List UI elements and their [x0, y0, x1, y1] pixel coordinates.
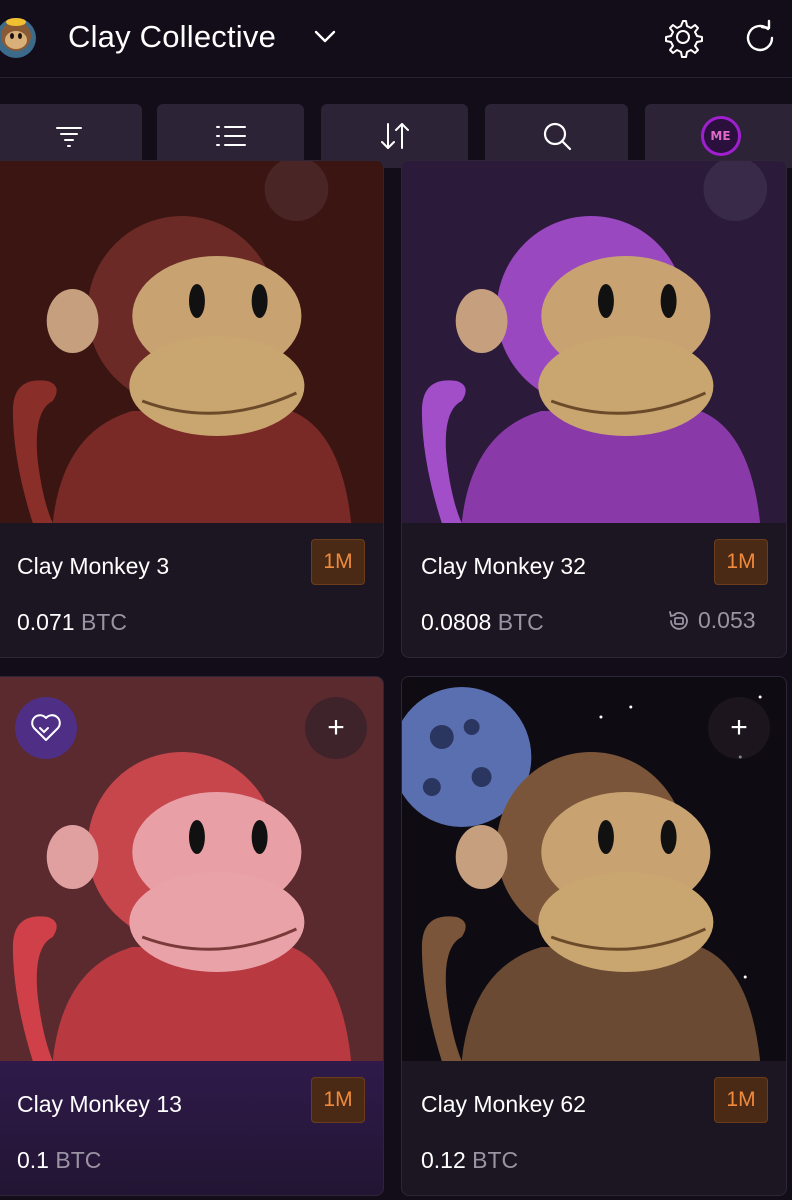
search-button[interactable]	[485, 104, 628, 168]
collection-title[interactable]: Clay Collective	[68, 19, 276, 55]
nft-card[interactable]: + Clay Monkey 13 1M 0.1 BTC	[0, 676, 384, 1196]
nft-card[interactable]: + Clay Monkey 62 1M 0.12 BTC	[401, 676, 787, 1196]
nft-price: 0.1 BTC	[17, 1147, 101, 1174]
list-view-icon	[215, 126, 246, 146]
price-value: 0.071	[17, 609, 75, 635]
monkey-logo-icon[interactable]	[0, 14, 44, 60]
sort-icon	[380, 123, 409, 149]
nft-image	[402, 161, 786, 523]
price-currency: BTC	[472, 1147, 519, 1173]
floor-multiplier-badge: 1M	[714, 539, 768, 585]
handshake-heart-icon	[31, 714, 61, 741]
price-currency: BTC	[80, 609, 127, 635]
add-to-cart-button[interactable]: +	[305, 697, 367, 759]
price-currency: BTC	[55, 1147, 102, 1173]
price-currency: BTC	[497, 609, 544, 635]
price-value: 0.1	[17, 1147, 49, 1173]
search-icon	[543, 122, 571, 151]
nft-price: 0.0808 BTC	[421, 609, 544, 636]
nft-name[interactable]: Clay Monkey 13	[17, 1091, 182, 1118]
app-header: Clay Collective	[0, 0, 792, 78]
last-sale: 0.053	[666, 607, 756, 634]
nft-name[interactable]: Clay Monkey 32	[421, 553, 586, 580]
price-value: 0.12	[421, 1147, 466, 1173]
card-info: Clay Monkey 32 1M 0.0808 BTC 0.053	[402, 523, 786, 657]
nft-price: 0.12 BTC	[421, 1147, 518, 1174]
magic-eden-button[interactable]: ME	[645, 104, 792, 168]
cart-history-icon	[669, 610, 688, 630]
floor-multiplier-badge: 1M	[714, 1077, 768, 1123]
card-info: Clay Monkey 3 1M 0.071 BTC	[0, 523, 383, 657]
nft-price: 0.071 BTC	[17, 609, 127, 636]
nft-image	[0, 161, 383, 523]
magic-eden-icon: ME	[700, 116, 741, 156]
add-to-cart-button[interactable]: +	[708, 697, 770, 759]
nft-name[interactable]: Clay Monkey 3	[17, 553, 169, 580]
nft-card[interactable]: Clay Monkey 3 1M 0.071 BTC	[0, 160, 384, 658]
price-value: 0.0808	[421, 609, 492, 635]
card-info: Clay Monkey 13 1M 0.1 BTC	[0, 1061, 383, 1195]
gear-icon[interactable]	[662, 16, 704, 58]
chevron-down-icon[interactable]	[312, 26, 338, 46]
card-info: Clay Monkey 62 1M 0.12 BTC	[402, 1061, 786, 1195]
nft-name[interactable]: Clay Monkey 62	[421, 1091, 586, 1118]
floor-multiplier-badge: 1M	[311, 539, 365, 585]
refresh-icon[interactable]	[740, 18, 780, 58]
list-view-button[interactable]	[157, 104, 304, 168]
filter-icon	[56, 127, 82, 147]
nft-card[interactable]: Clay Monkey 32 1M 0.0808 BTC 0.053	[401, 160, 787, 658]
sort-button[interactable]	[321, 104, 468, 168]
last-sale-value: 0.053	[698, 607, 756, 633]
filter-button[interactable]	[0, 104, 142, 168]
listing-badge[interactable]	[15, 697, 77, 759]
floor-multiplier-badge: 1M	[311, 1077, 365, 1123]
